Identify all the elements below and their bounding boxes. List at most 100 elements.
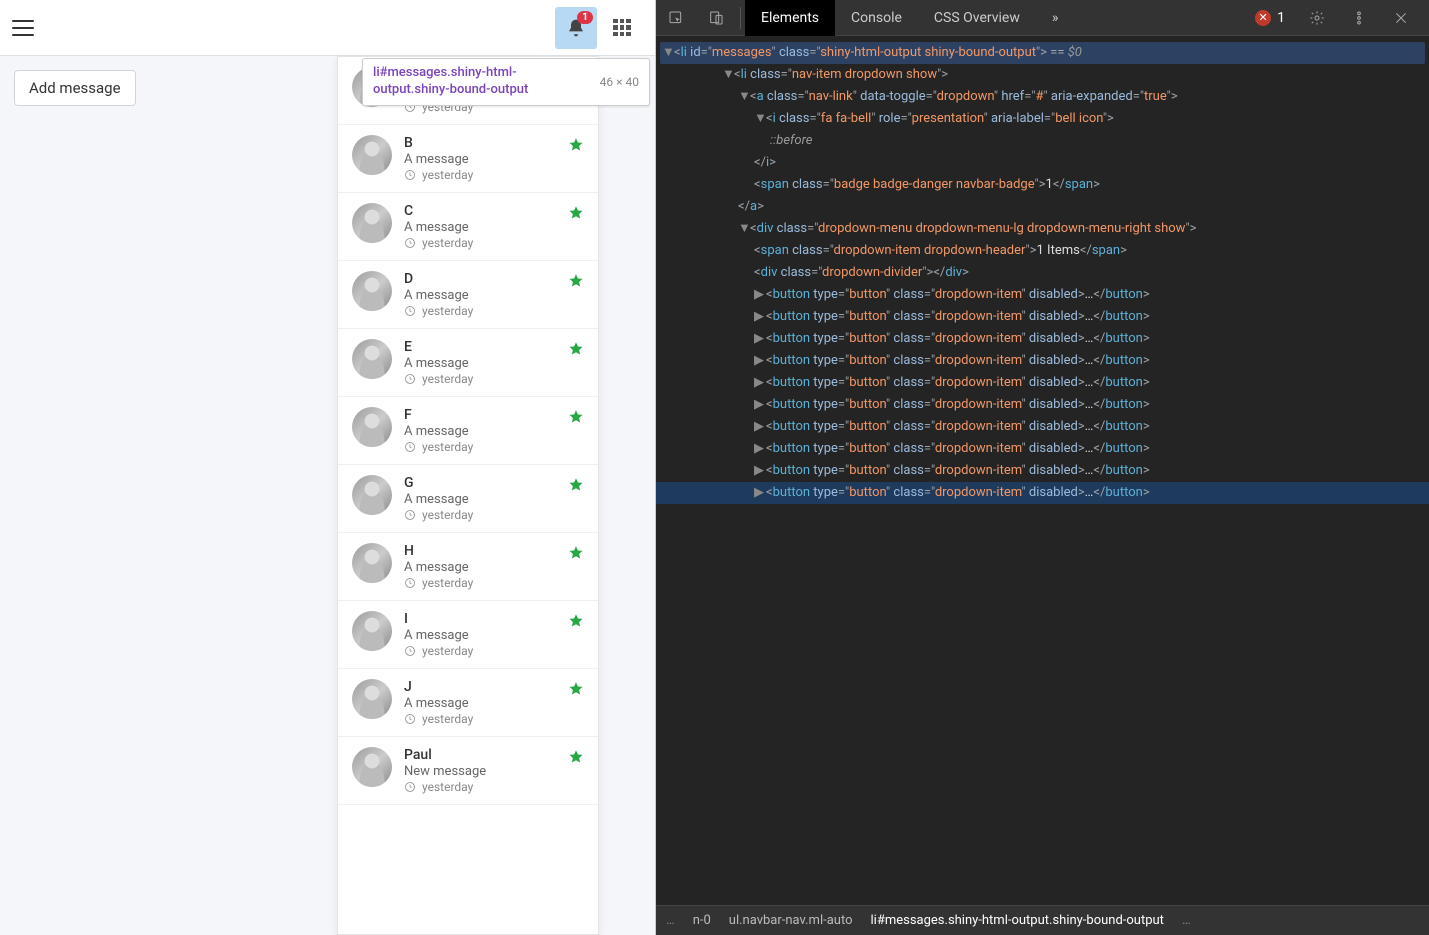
message-info: HA messageyesterday xyxy=(404,543,568,590)
separator xyxy=(740,7,741,29)
dom-node[interactable]: ▶<button type="button" class="dropdown-i… xyxy=(656,284,1429,306)
dom-node[interactable]: </a> xyxy=(656,196,1429,218)
star-button[interactable] xyxy=(568,137,584,153)
dom-node[interactable]: <span class="dropdown-item dropdown-head… xyxy=(656,240,1429,262)
message-time: yesterday xyxy=(404,168,568,182)
dom-node[interactable]: <div class="dropdown-divider"></div> xyxy=(656,262,1429,284)
message-sender: J xyxy=(404,679,568,695)
apps-button[interactable] xyxy=(601,7,643,49)
message-item[interactable]: CA messageyesterday xyxy=(338,193,598,261)
add-message-button[interactable]: Add message xyxy=(14,70,136,106)
dom-node[interactable]: ▶<button type="button" class="dropdown-i… xyxy=(656,328,1429,350)
tab-console[interactable]: Console xyxy=(835,0,918,36)
message-info: BA messageyesterday xyxy=(404,135,568,182)
dom-node[interactable]: ▶<button type="button" class="dropdown-i… xyxy=(656,438,1429,460)
star-button[interactable] xyxy=(568,409,584,425)
crumb-li-messages[interactable]: li#messages.shiny-html-output.shiny-boun… xyxy=(871,913,1164,928)
dom-node[interactable]: ▶<button type="button" class="dropdown-i… xyxy=(656,416,1429,438)
settings-icon[interactable] xyxy=(1297,0,1337,36)
clock-icon xyxy=(404,781,416,793)
star-button[interactable] xyxy=(568,681,584,697)
device-toggle-icon[interactable] xyxy=(696,0,736,36)
star-icon xyxy=(568,205,584,221)
message-item[interactable]: PaulNew messageyesterday xyxy=(338,737,598,805)
message-time: yesterday xyxy=(404,780,568,794)
avatar xyxy=(352,611,392,651)
message-item[interactable]: FA messageyesterday xyxy=(338,397,598,465)
message-item[interactable]: JA messageyesterday xyxy=(338,669,598,737)
tab-css-overview[interactable]: CSS Overview xyxy=(918,0,1036,36)
dom-node[interactable]: </i> xyxy=(656,152,1429,174)
message-item[interactable]: BA messageyesterday xyxy=(338,125,598,193)
star-button[interactable] xyxy=(568,749,584,765)
apps-grid-icon xyxy=(613,19,631,37)
star-button[interactable] xyxy=(568,477,584,493)
clock-icon xyxy=(404,373,416,385)
message-time: yesterday xyxy=(404,440,568,454)
star-icon xyxy=(568,613,584,629)
devtools-pane: Elements Console CSS Overview » ✕ 1 ▼<li… xyxy=(656,0,1429,935)
clock-icon xyxy=(404,169,416,181)
dom-node[interactable]: ▼<div class="dropdown-menu dropdown-menu… xyxy=(656,218,1429,240)
inspector-tooltip: li#messages.shiny-html-output.shiny-boun… xyxy=(362,58,650,106)
avatar xyxy=(352,747,392,787)
message-time: yesterday xyxy=(404,304,568,318)
dom-node[interactable]: ▼<li class="nav-item dropdown show"> xyxy=(656,64,1429,86)
dom-node[interactable]: ▼<i class="fa fa-bell" role="presentatio… xyxy=(656,108,1429,130)
message-time: yesterday xyxy=(404,644,568,658)
message-sender: B xyxy=(404,135,568,151)
star-icon xyxy=(568,273,584,289)
message-time: yesterday xyxy=(404,576,568,590)
close-icon[interactable] xyxy=(1381,0,1421,36)
message-time: yesterday xyxy=(404,508,568,522)
message-sender: Paul xyxy=(404,747,568,763)
message-item[interactable]: GA messageyesterday xyxy=(338,465,598,533)
star-icon xyxy=(568,681,584,697)
message-item[interactable]: HA messageyesterday xyxy=(338,533,598,601)
dom-node[interactable]: ▶<button type="button" class="dropdown-i… xyxy=(656,306,1429,328)
dom-node[interactable]: ::before xyxy=(656,130,1429,152)
inspect-element-icon[interactable] xyxy=(656,0,696,36)
star-button[interactable] xyxy=(568,341,584,357)
star-icon xyxy=(568,137,584,153)
star-button[interactable] xyxy=(568,545,584,561)
hamburger-icon[interactable] xyxy=(12,20,34,36)
dom-node[interactable]: ▼<li id="messages" class="shiny-html-out… xyxy=(660,42,1425,64)
star-button[interactable] xyxy=(568,273,584,289)
star-icon xyxy=(568,477,584,493)
dom-node[interactable]: ▶<button type="button" class="dropdown-i… xyxy=(656,482,1429,504)
message-item[interactable]: EA messageyesterday xyxy=(338,329,598,397)
dom-node[interactable]: ▶<button type="button" class="dropdown-i… xyxy=(656,350,1429,372)
star-icon xyxy=(568,341,584,357)
crumb-ul[interactable]: ul.navbar-nav.ml-auto xyxy=(729,913,853,928)
messages-dropdown[interactable]: AA messageyesterdayBA messageyesterdayCA… xyxy=(337,56,599,935)
message-sender: F xyxy=(404,407,568,423)
clock-icon xyxy=(404,305,416,317)
error-badge-icon[interactable]: ✕ xyxy=(1255,10,1271,26)
dom-node[interactable]: ▶<button type="button" class="dropdown-i… xyxy=(656,460,1429,482)
message-info: CA messageyesterday xyxy=(404,203,568,250)
dom-tree[interactable]: ▼<li id="messages" class="shiny-html-out… xyxy=(656,36,1429,905)
star-button[interactable] xyxy=(568,205,584,221)
notification-badge: 1 xyxy=(577,11,593,24)
star-button[interactable] xyxy=(568,613,584,629)
message-info: PaulNew messageyesterday xyxy=(404,747,568,794)
crumb-n0[interactable]: n-0 xyxy=(693,913,711,928)
dom-node[interactable]: ▼<a class="nav-link" data-toggle="dropdo… xyxy=(656,86,1429,108)
avatar xyxy=(352,135,392,175)
dom-node[interactable]: ▶<button type="button" class="dropdown-i… xyxy=(656,394,1429,416)
kebab-icon[interactable] xyxy=(1339,0,1379,36)
message-text: A message xyxy=(404,288,568,303)
tab-more[interactable]: » xyxy=(1036,0,1075,36)
crumb-ellipsis[interactable]: … xyxy=(666,913,675,928)
message-item[interactable]: DA messageyesterday xyxy=(338,261,598,329)
dom-node[interactable]: ▶<button type="button" class="dropdown-i… xyxy=(656,372,1429,394)
avatar xyxy=(352,203,392,243)
message-item[interactable]: IA messageyesterday xyxy=(338,601,598,669)
avatar xyxy=(352,475,392,515)
tab-elements[interactable]: Elements xyxy=(745,0,835,36)
dom-node[interactable]: <span class="badge badge-danger navbar-b… xyxy=(656,174,1429,196)
message-text: A message xyxy=(404,696,568,711)
message-text: A message xyxy=(404,356,568,371)
notifications-button[interactable]: 1 xyxy=(555,7,597,49)
